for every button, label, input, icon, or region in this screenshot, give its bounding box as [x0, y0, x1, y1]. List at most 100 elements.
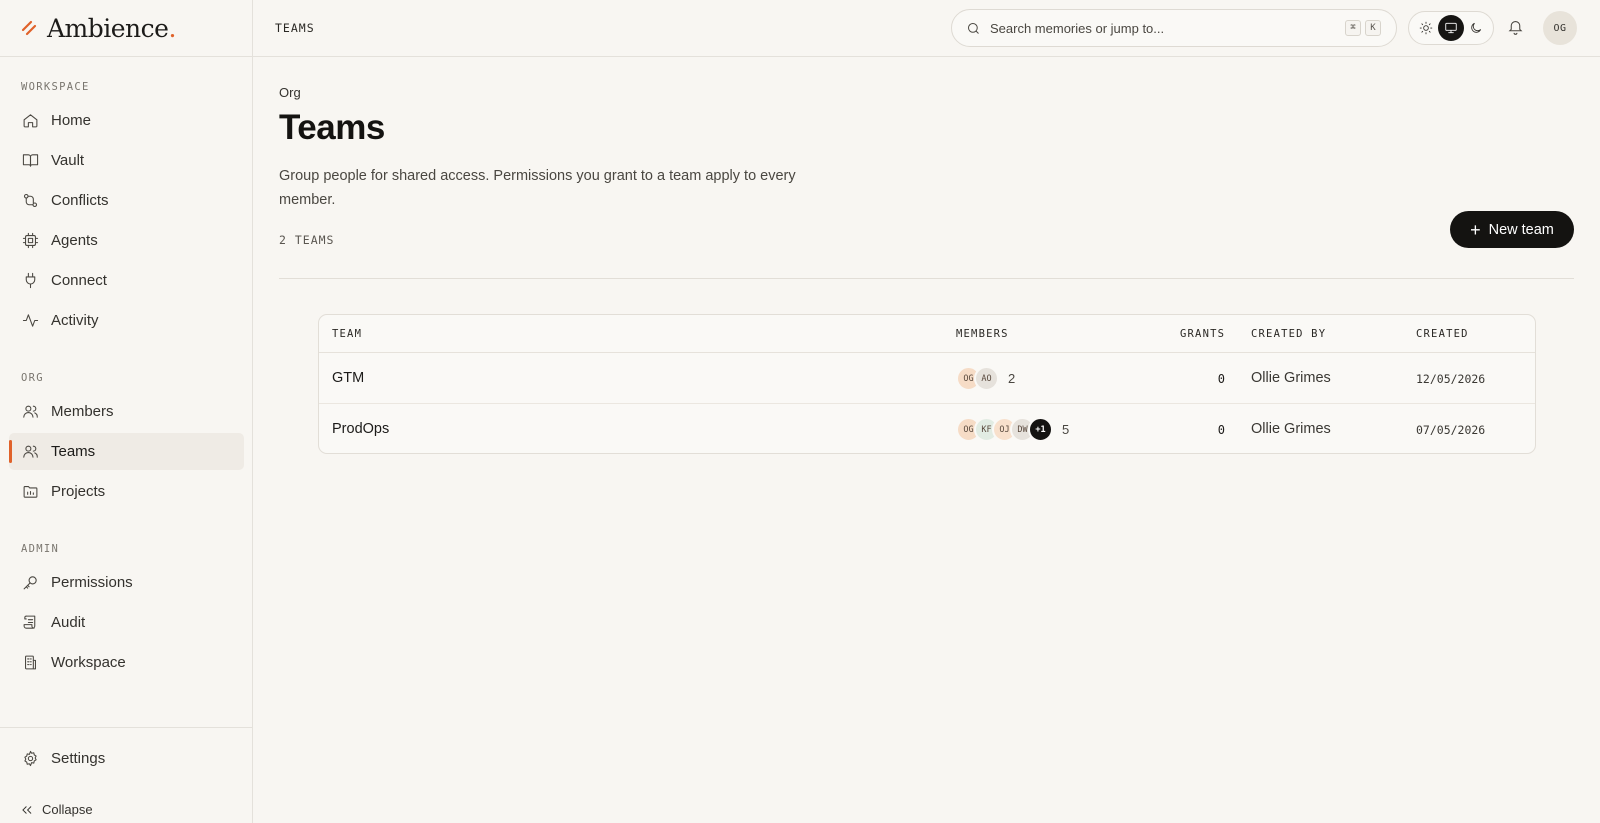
- member-count: 5: [1062, 422, 1070, 437]
- sidebar-item-members[interactable]: Members: [9, 393, 244, 430]
- page-eyebrow: Org: [279, 85, 301, 100]
- column-header-team[interactable]: TEAM: [332, 328, 362, 340]
- logo-mark-icon: [21, 20, 37, 36]
- search-icon: [968, 22, 979, 34]
- sidebar-item-label: Connect: [51, 272, 107, 289]
- created-by: Ollie Grimes: [1251, 370, 1331, 386]
- member-count: 2: [1008, 371, 1016, 386]
- sidebar-item-settings[interactable]: Settings: [9, 740, 244, 777]
- sidebar-item-label: Agents: [51, 232, 98, 249]
- theme-dark-button[interactable]: [1464, 15, 1489, 41]
- table-row[interactable]: GTM OG AO 2 0 Ollie Grimes 12/05/2026: [319, 353, 1535, 404]
- sidebar-item-audit[interactable]: Audit: [9, 604, 244, 641]
- building-icon: [21, 654, 39, 672]
- created-by: Ollie Grimes: [1251, 421, 1331, 437]
- new-team-button[interactable]: + New team: [1450, 211, 1574, 248]
- table-header: TEAM MEMBERS GRANTS CREATED BY CREATED: [319, 315, 1535, 353]
- column-header-created[interactable]: CREATED: [1416, 328, 1469, 340]
- sidebar-item-label: Teams: [51, 443, 96, 460]
- section-label-admin: ADMIN: [21, 543, 60, 555]
- app-name-dot: .: [168, 13, 177, 43]
- shortcut-key-k: K: [1365, 20, 1381, 36]
- sidebar-item-label: Projects: [51, 483, 106, 500]
- grants-count: 0: [1217, 372, 1225, 386]
- search-input[interactable]: [990, 20, 1330, 36]
- team-count: 2 TEAMS: [279, 233, 335, 247]
- sidebar-item-teams[interactable]: Teams: [9, 433, 244, 470]
- sidebar-item-connect[interactable]: Connect: [9, 262, 244, 299]
- sidebar-item-permissions[interactable]: Permissions: [9, 564, 244, 601]
- bell-icon: [1508, 21, 1523, 35]
- sidebar-item-activity[interactable]: Activity: [9, 302, 244, 339]
- page-description: Group people for shared access. Permissi…: [279, 168, 796, 208]
- topbar: TEAMS ⌘ K OG: [253, 0, 1600, 57]
- sidebar-item-vault[interactable]: Vault: [9, 142, 244, 179]
- member-avatars: OG KF OJ DW +1 5: [956, 417, 1069, 442]
- sidebar-item-label: Audit: [51, 614, 86, 631]
- created-date: 12/05/2026: [1416, 372, 1486, 386]
- sidebar-item-label: Permissions: [51, 574, 133, 591]
- grants-count: 0: [1217, 423, 1225, 437]
- sidebar-item-label: Members: [51, 403, 114, 420]
- sidebar-item-agents[interactable]: Agents: [9, 222, 244, 259]
- member-avatar: AO: [974, 366, 999, 391]
- column-header-grants[interactable]: GRANTS: [1180, 328, 1225, 340]
- users-icon: [21, 443, 39, 461]
- team-name[interactable]: ProdOps: [332, 421, 389, 437]
- breadcrumb: TEAMS: [275, 21, 315, 35]
- main-content: Org Teams Group people for shared access…: [253, 57, 1600, 823]
- sidebar-footer: Settings Collapse: [0, 727, 253, 823]
- brand[interactable]: Ambience.: [0, 0, 252, 57]
- more-members-badge[interactable]: +1: [1028, 417, 1053, 442]
- sidebar-item-label: Conflicts: [51, 192, 109, 209]
- section-label-org: ORG: [21, 372, 44, 384]
- team-name[interactable]: GTM: [332, 370, 364, 386]
- section-label-workspace: WORKSPACE: [21, 81, 90, 93]
- sidebar-item-label: Activity: [51, 312, 99, 329]
- theme-toggle: [1408, 11, 1494, 45]
- cpu-icon: [21, 232, 39, 250]
- sidebar-item-workspace[interactable]: Workspace: [9, 644, 244, 681]
- home-icon: [21, 112, 39, 130]
- folder-icon: [21, 483, 39, 501]
- activity-icon: [21, 312, 39, 330]
- user-avatar[interactable]: OG: [1543, 11, 1577, 45]
- sidebar-item-label: Home: [51, 112, 92, 129]
- teams-table: TEAM MEMBERS GRANTS CREATED BY CREATED G…: [318, 314, 1536, 454]
- theme-light-button[interactable]: [1413, 15, 1438, 41]
- plus-icon: +: [1470, 219, 1481, 240]
- sidebar-item-projects[interactable]: Projects: [9, 473, 244, 510]
- gear-icon: [21, 750, 39, 768]
- app-name: Ambience: [47, 13, 169, 43]
- column-header-members[interactable]: MEMBERS: [956, 328, 1009, 340]
- sidebar-item-home[interactable]: Home: [9, 102, 244, 139]
- sidebar: Ambience. WORKSPACE Home Vault Conflicts…: [0, 0, 253, 823]
- member-avatars: OG AO 2: [956, 366, 1015, 391]
- search-box[interactable]: ⌘ K: [951, 9, 1397, 47]
- monitor-icon: [1445, 22, 1457, 34]
- collapse-button[interactable]: Collapse: [20, 802, 93, 817]
- created-date: 07/05/2026: [1416, 423, 1486, 437]
- moon-icon: [1471, 22, 1482, 33]
- users-icon: [21, 403, 39, 421]
- key-icon: [21, 574, 39, 592]
- book-icon: [21, 152, 39, 170]
- sidebar-item-label: Workspace: [51, 654, 126, 671]
- theme-system-button[interactable]: [1438, 15, 1464, 41]
- merge-icon: [21, 192, 39, 210]
- sidebar-item-label: Vault: [51, 152, 85, 169]
- sun-icon: [1419, 21, 1432, 35]
- collapse-label: Collapse: [42, 802, 93, 817]
- scroll-icon: [21, 614, 39, 632]
- table-row[interactable]: ProdOps OG KF OJ DW +1 5 0 Ollie Grimes …: [319, 404, 1535, 453]
- new-team-label: New team: [1488, 221, 1554, 238]
- divider: [279, 278, 1574, 279]
- notifications-button[interactable]: [1507, 18, 1527, 38]
- page-title: Teams: [279, 108, 385, 147]
- plug-icon: [21, 272, 39, 290]
- sidebar-item-conflicts[interactable]: Conflicts: [9, 182, 244, 219]
- shortcut-key-cmd: ⌘: [1345, 20, 1361, 36]
- chevrons-left-icon: [22, 805, 32, 814]
- sidebar-item-label: Settings: [51, 750, 106, 767]
- column-header-created-by[interactable]: CREATED BY: [1251, 328, 1326, 340]
